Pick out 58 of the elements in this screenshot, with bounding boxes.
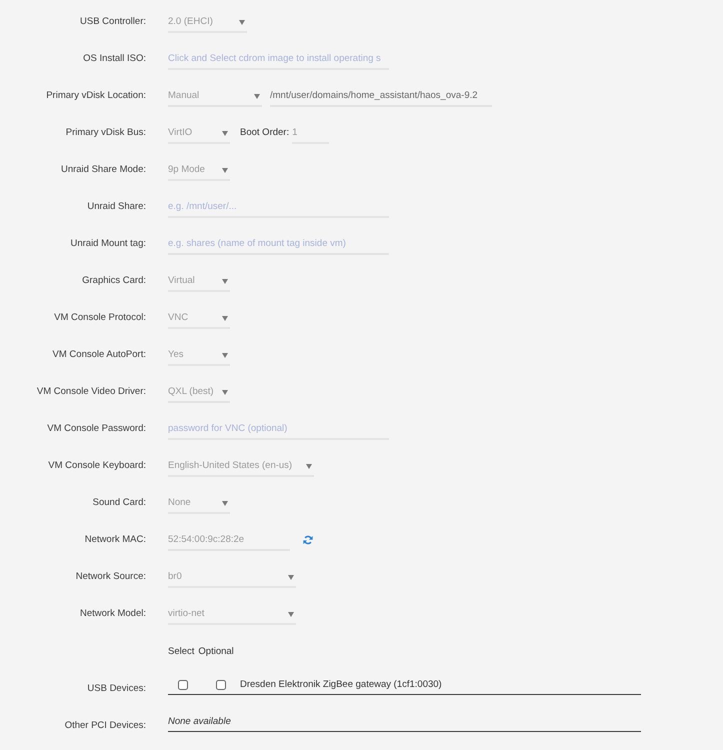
field-label: Graphics Card: (82, 274, 146, 288)
vm-console-video-driver-select[interactable]: QXL (best) (168, 383, 230, 403)
field-label: VM Console Keyboard: (48, 459, 146, 473)
refresh-icon[interactable] (303, 535, 313, 545)
usb-controller-select[interactable]: 2.0 (EHCI) (168, 13, 247, 33)
caret-icon (222, 316, 228, 320)
mac-address-field[interactable]: 52:54:00:9c:28:2e (168, 531, 290, 551)
unraid-mount-tag-field[interactable]: e.g. shares (name of mount tag inside vm) (168, 235, 389, 255)
field-label: Primary vDisk Bus: (66, 126, 146, 140)
pci-device-list: None available (168, 713, 641, 732)
field-label: VM Console Password: (47, 422, 146, 436)
field-label: OS Install ISO: (83, 52, 146, 66)
field-label: USB Controller: (80, 15, 146, 29)
field-label: Network Source: (76, 570, 146, 584)
field-label: Other PCI Devices: (64, 719, 146, 733)
sound-card-select[interactable]: None (168, 494, 230, 514)
optional-checkbox[interactable] (216, 680, 226, 690)
caret-icon (288, 612, 294, 616)
field-label: Sound Card: (92, 496, 146, 510)
caret-icon (222, 390, 228, 394)
field-label: VM Console Video Driver: (36, 385, 146, 399)
vm-console-protocol-select[interactable]: VNC (168, 309, 230, 329)
device-name: Dresden Elektronik ZigBee gateway (1cf1:0030) (240, 678, 442, 692)
field-label: Network MAC: (84, 533, 146, 547)
caret-icon (222, 168, 228, 172)
primary-vdisk-location-select[interactable]: Manual (168, 87, 262, 107)
network-source-select[interactable]: br0 (168, 568, 296, 588)
field-label: VM Console Protocol: (54, 311, 146, 325)
caret-icon (254, 94, 260, 98)
boot-order-field[interactable]: 1 (292, 124, 330, 144)
caret-icon (288, 574, 294, 580)
vm-console-autoport-select[interactable]: Yes (168, 346, 230, 366)
caret-icon (306, 464, 312, 468)
network-model-select[interactable]: virtio-net (168, 605, 296, 625)
field-label: Primary vDisk Location: (46, 89, 146, 103)
unraid-share-mode-select[interactable]: 9p Mode (168, 161, 230, 181)
select-checkbox[interactable] (178, 680, 188, 690)
vm-console-keyboard-select[interactable]: English-United States (en-us) (168, 457, 314, 477)
caret-icon (222, 500, 228, 506)
field-label: Unraid Share: (87, 200, 146, 214)
field-label: Unraid Mount tag: (70, 237, 146, 251)
column-header: Select (168, 645, 194, 659)
caret-icon (222, 278, 228, 284)
field-label: Network Model: (80, 607, 146, 621)
column-header: Optional (198, 645, 234, 659)
field-label: USB Devices: (87, 682, 146, 696)
os-install-iso-field[interactable]: Click and Select cdrom image to install operating s (168, 50, 389, 70)
caret-icon (239, 20, 245, 24)
boot-order-label: Boot Order: (240, 126, 290, 140)
caret-icon (222, 130, 228, 136)
graphics-card-select[interactable]: Virtual (168, 272, 230, 292)
vdisk-path-field[interactable]: /mnt/user/domains/home_assistant/haos_ova-9.2 (270, 87, 492, 107)
primary-vdisk-bus-select[interactable]: VirtIO (168, 124, 230, 144)
field-label: VM Console AutoPort: (52, 348, 146, 362)
vm-console-password-field[interactable]: password for VNC (optional) (168, 420, 389, 440)
unraid-share-field[interactable]: e.g. /mnt/user/... (168, 198, 389, 218)
caret-icon (222, 352, 228, 358)
field-label: Unraid Share Mode: (60, 163, 146, 177)
